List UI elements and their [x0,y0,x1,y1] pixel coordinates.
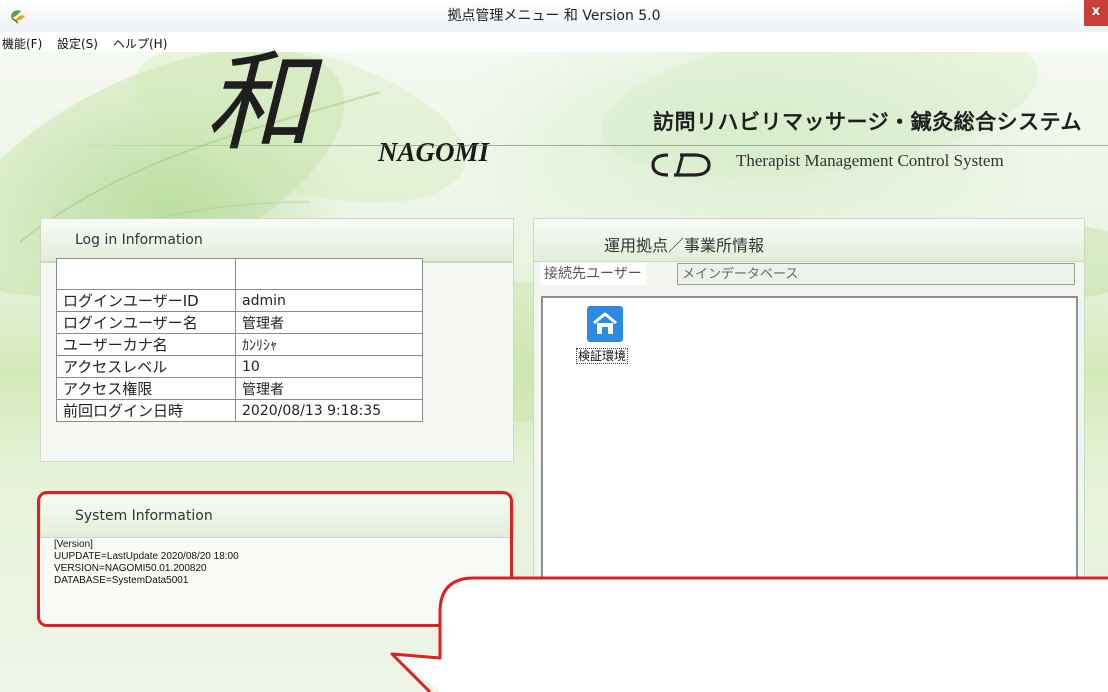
app-window: 拠点管理メニュー 和 Version 5.0 x 機能(F) 設定(S) ヘルプ… [0,0,1108,692]
login-info-heading: Log in Information [75,232,203,248]
table-row: ログインユーザーID admin [56,289,423,312]
system-name-jp: 訪問リハビリマッサージ・鍼灸総合システム [653,109,1082,134]
table-row: アクセス権限 管理者 [56,377,423,400]
home-icon[interactable] [587,306,623,342]
system-name-en: Therapist Management Control System [736,151,1004,170]
menu-bar: 機能(F) 設定(S) ヘルプ(H) [0,32,1108,52]
title-bar[interactable]: 拠点管理メニュー 和 Version 5.0 x [0,0,1108,33]
login-info-table: ログインユーザーID admin ログインユーザー名 管理者 ユーザーカナ名 ｶﾝﾘｼ… [56,258,423,422]
table-row: アクセスレベル 10 [56,355,423,378]
location-item-label[interactable]: 検証環境 [576,348,629,364]
login-key: 前回ログイン日時 [56,399,236,422]
logo-kanji: 和 [205,41,313,166]
home-glyph [593,312,617,334]
table-row: 前回ログイン日時 2020/08/13 9:18:35 [56,399,423,422]
table-row [56,258,423,290]
login-value: ｶﾝﾘｼｬ [235,333,423,356]
login-info-header: Log in Information [40,218,514,262]
connection-field: メインデータベース [677,263,1075,285]
logo-text: NAGOMI [378,137,490,167]
callout-bubble [390,576,1108,692]
office-info-heading: 運用拠点／事業所情報 [604,236,765,255]
login-value: 10 [235,355,423,378]
login-key: ユーザーカナ名 [56,333,236,356]
menu-function[interactable]: 機能(F) [2,35,42,52]
login-value: 管理者 [235,377,423,400]
close-button[interactable]: x [1084,0,1108,26]
login-key: アクセス権限 [56,377,236,400]
office-info-header: 運用拠点／事業所情報 [533,218,1085,262]
login-value: 管理者 [235,311,423,334]
banner-divider [40,145,1108,146]
login-key: ログインユーザーID [56,289,236,312]
connection-label: 接続先ユーザー [540,263,646,285]
table-row: ユーザーカナ名 ｶﾝﾘｼｬ [56,333,423,356]
cid-logo [651,153,711,177]
menu-help[interactable]: ヘルプ(H) [113,35,167,52]
table-cell [56,258,236,290]
table-cell [235,258,423,290]
login-key: アクセスレベル [56,355,236,378]
login-value: admin [235,289,423,312]
menu-settings[interactable]: 設定(S) [57,35,98,52]
table-row: ログインユーザー名 管理者 [56,311,423,334]
login-key: ログインユーザー名 [56,311,236,334]
window-title: 拠点管理メニュー 和 Version 5.0 [447,8,661,24]
login-value: 2020/08/13 9:18:35 [235,399,423,422]
